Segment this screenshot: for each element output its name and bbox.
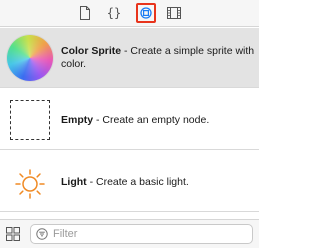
code-snippet-tab[interactable]: {} [104, 3, 124, 23]
object-library-list: Color Sprite - Create a simple sprite wi… [0, 28, 259, 213]
svg-text:{}: {} [107, 6, 121, 20]
dashed-box-icon [6, 96, 54, 144]
library-item-description: - Create an empty node. [93, 113, 210, 126]
library-footer [0, 219, 259, 248]
object-library-tab[interactable] [136, 3, 156, 23]
library-item-name: Color Sprite [61, 45, 122, 57]
library-item-color-sprite[interactable]: Color Sprite - Create a simple sprite wi… [0, 28, 259, 88]
media-library-tab[interactable] [164, 3, 184, 23]
color-sphere-icon [6, 34, 54, 82]
library-item-description: - Create a basic light. [86, 175, 189, 188]
object-library-icon [140, 7, 152, 19]
library-toolbar: {} [0, 0, 259, 27]
grid-view-icon[interactable] [6, 227, 20, 241]
sun-light-icon [6, 158, 54, 206]
media-library-icon [167, 7, 181, 19]
filter-input[interactable] [53, 226, 248, 242]
file-icon [80, 6, 90, 20]
library-item-light[interactable]: Light - Create a basic light. [0, 152, 259, 212]
file-template-tab[interactable] [75, 3, 95, 23]
filter-field[interactable] [30, 224, 253, 244]
braces-icon: {} [107, 6, 121, 20]
library-item-name: Empty [61, 113, 94, 126]
library-item-name: Light [61, 175, 87, 188]
library-item-empty[interactable]: Empty - Create an empty node. [0, 90, 259, 150]
filter-icon [36, 228, 48, 240]
